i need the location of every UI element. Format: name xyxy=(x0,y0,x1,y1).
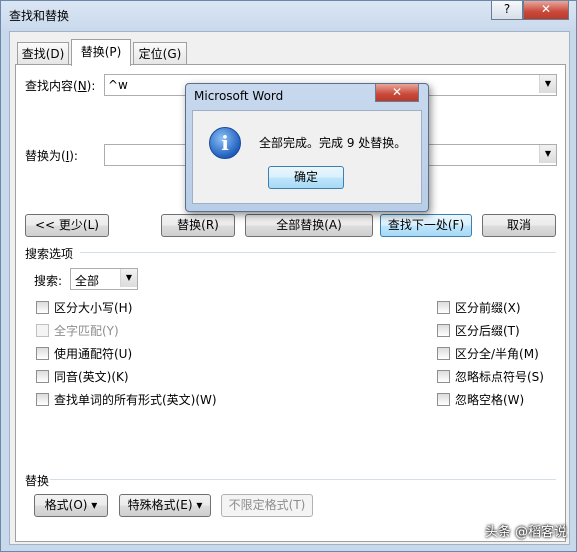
message-box-body: i 全部完成。完成 9 处替换。 确定 xyxy=(192,110,422,204)
ignore-space-checkbox[interactable] xyxy=(437,393,450,406)
whole-word-checkbox xyxy=(36,324,49,337)
search-direction-label: 搜索: xyxy=(34,274,63,288)
search-direction-value: 全部 xyxy=(75,274,100,288)
help-button[interactable]: ? xyxy=(491,1,523,20)
window-close-button[interactable]: ✕ xyxy=(523,1,569,20)
word-forms-checkbox[interactable] xyxy=(36,393,49,406)
message-box-title: Microsoft Word xyxy=(194,89,284,103)
tab-replace-label: 替换 xyxy=(80,45,105,59)
replace-dropdown-arrow-icon[interactable]: ▼ xyxy=(539,145,556,163)
find-next-button[interactable]: 查找下一处(F) xyxy=(380,214,472,237)
ignore-punctuation-checkbox[interactable] xyxy=(437,370,450,383)
replace-button[interactable]: 替换(R) xyxy=(161,214,235,237)
search-direction-select[interactable]: 全部 ▼ xyxy=(70,268,138,290)
width-checkbox[interactable] xyxy=(437,347,450,360)
match-prefix-checkbox[interactable] xyxy=(437,301,450,314)
tab-find-label: 查找 xyxy=(21,47,46,61)
replace-label-suffix: ): xyxy=(69,149,78,163)
tab-find-key: (D) xyxy=(45,47,65,61)
match-suffix-checkbox[interactable] xyxy=(437,324,450,337)
replace-label-text: 替换为( xyxy=(25,149,66,163)
sounds-like-label: 同音(英文)(K) xyxy=(54,370,129,384)
tab-goto[interactable]: 定位(G) xyxy=(133,42,187,65)
cancel-button[interactable]: 取消 xyxy=(482,214,556,237)
watermark: 头条 @稻客说 xyxy=(484,525,567,540)
replace-section-divider xyxy=(50,479,556,480)
search-options-heading: 搜索选项 xyxy=(25,247,74,261)
width-label: 区分全/半角(M) xyxy=(455,347,539,361)
tab-goto-label: 定位 xyxy=(138,47,163,61)
match-suffix-label: 区分后缀(T) xyxy=(455,324,520,338)
find-label-suffix: ): xyxy=(86,79,96,93)
tab-find[interactable]: 查找(D) xyxy=(17,42,69,65)
ok-button[interactable]: 确定 xyxy=(268,166,344,189)
find-label-key: N xyxy=(77,79,87,93)
word-forms-label: 查找单词的所有形式(英文)(W) xyxy=(54,393,217,407)
less-button[interactable]: << 更少(L) xyxy=(25,214,109,237)
special-format-button[interactable]: 特殊格式(E) ▾ xyxy=(119,494,211,517)
find-label-text: 查找内容( xyxy=(25,79,78,93)
match-case-checkbox[interactable] xyxy=(36,301,49,314)
no-formatting-button: 不限定格式(T) xyxy=(221,494,313,517)
message-text: 全部完成。完成 9 处替换。 xyxy=(259,136,407,150)
search-options-divider xyxy=(80,252,556,253)
whole-word-label: 全字匹配(Y) xyxy=(54,324,119,338)
info-icon: i xyxy=(209,127,241,159)
tab-goto-key: (G) xyxy=(162,47,182,61)
match-case-label: 区分大小写(H) xyxy=(54,301,133,315)
wildcards-checkbox[interactable] xyxy=(36,347,49,360)
match-prefix-label: 区分前缀(X) xyxy=(455,301,521,315)
replace-section-heading: 替换 xyxy=(25,474,50,488)
message-box-close-button[interactable]: ✕ xyxy=(375,84,419,102)
replace-all-button[interactable]: 全部替换(A) xyxy=(245,214,373,237)
find-dropdown-arrow-icon[interactable]: ▼ xyxy=(539,75,556,93)
sounds-like-checkbox[interactable] xyxy=(36,370,49,383)
format-button[interactable]: 格式(O) ▾ xyxy=(34,494,108,517)
tab-replace-key: (P) xyxy=(104,45,122,59)
message-box: Microsoft Word ✕ i 全部完成。完成 9 处替换。 确定 xyxy=(185,83,429,212)
ignore-punctuation-label: 忽略标点符号(S) xyxy=(455,370,544,384)
find-input-value: ^w xyxy=(108,78,128,92)
replace-label: 替换为(I): xyxy=(25,147,78,164)
window-title: 查找和替换 xyxy=(9,9,70,23)
ignore-space-label: 忽略空格(W) xyxy=(455,393,525,407)
search-direction-arrow-icon[interactable]: ▼ xyxy=(120,269,137,287)
tab-replace[interactable]: 替换(P) xyxy=(71,39,131,66)
wildcards-label: 使用通配符(U) xyxy=(54,347,133,361)
find-label: 查找内容(N): xyxy=(25,77,95,94)
